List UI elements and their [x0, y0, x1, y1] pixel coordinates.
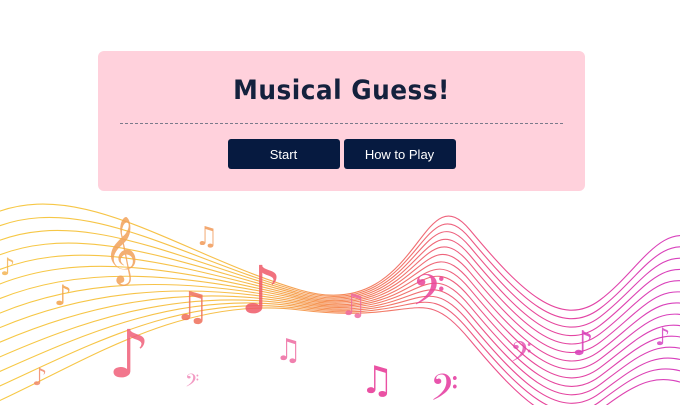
- svg-text:𝄢: 𝄢: [185, 371, 199, 396]
- svg-text:𝄢: 𝄢: [510, 336, 532, 376]
- how-to-play-button[interactable]: How to Play: [343, 139, 456, 169]
- eighth-note-icon: ♪: [572, 324, 594, 364]
- svg-text:𝄢: 𝄢: [412, 266, 445, 326]
- bass-clef-icon: 𝄢: [412, 266, 445, 326]
- svg-text:♫: ♫: [174, 284, 210, 330]
- svg-text:𝄢: 𝄢: [430, 367, 458, 405]
- quarter-note-icon: ♪: [240, 252, 282, 329]
- svg-text:♪: ♪: [54, 279, 72, 312]
- eighth-note-icon: ♪: [54, 279, 72, 312]
- beamed-notes-icon: ♫: [360, 358, 394, 402]
- bass-clef-icon: 𝄢: [510, 336, 532, 376]
- music-wave-decoration: 𝄞 ♫ ♫ ♪ ♪ ♪ ♪ ♪ ♫ ♫ ♫ 𝄢 𝄢 𝄢 𝄢 ♪ ♪: [0, 203, 680, 405]
- svg-text:♪: ♪: [0, 253, 15, 281]
- svg-text:♪: ♪: [240, 252, 282, 329]
- eighth-note-icon: ♪: [32, 363, 47, 391]
- game-screen: Musical Guess! Start How to Play 𝄞 ♫ ♫ ♪…: [0, 0, 680, 405]
- title-divider: [120, 123, 563, 124]
- beamed-notes-icon: ♫: [275, 333, 302, 368]
- svg-text:♫: ♫: [340, 288, 367, 323]
- eighth-note-icon: ♫: [174, 284, 210, 330]
- treble-clef-icon: 𝄞: [104, 215, 138, 286]
- svg-text:♫: ♫: [195, 222, 218, 252]
- svg-text:♫: ♫: [360, 358, 394, 402]
- svg-text:♪: ♪: [108, 316, 150, 393]
- svg-text:𝄞: 𝄞: [104, 215, 138, 286]
- start-button[interactable]: Start: [227, 139, 340, 169]
- eighth-note-icon: ♪: [655, 323, 670, 351]
- svg-text:♪: ♪: [32, 363, 47, 391]
- svg-text:♫: ♫: [275, 333, 302, 368]
- eighth-note-icon: ♪: [0, 253, 15, 281]
- menu-buttons: Start How to Play: [98, 139, 585, 169]
- svg-text:♪: ♪: [655, 323, 670, 351]
- svg-text:♪: ♪: [572, 324, 594, 364]
- beamed-notes-icon: ♫: [340, 288, 367, 323]
- game-title: Musical Guess!: [233, 75, 450, 106]
- eighth-note-icon: ♫: [195, 222, 218, 252]
- bass-clef-icon: 𝄢: [185, 371, 199, 396]
- bass-clef-icon: 𝄢: [430, 367, 458, 405]
- quarter-note-icon: ♪: [108, 316, 150, 393]
- title-card: Musical Guess! Start How to Play: [98, 51, 585, 191]
